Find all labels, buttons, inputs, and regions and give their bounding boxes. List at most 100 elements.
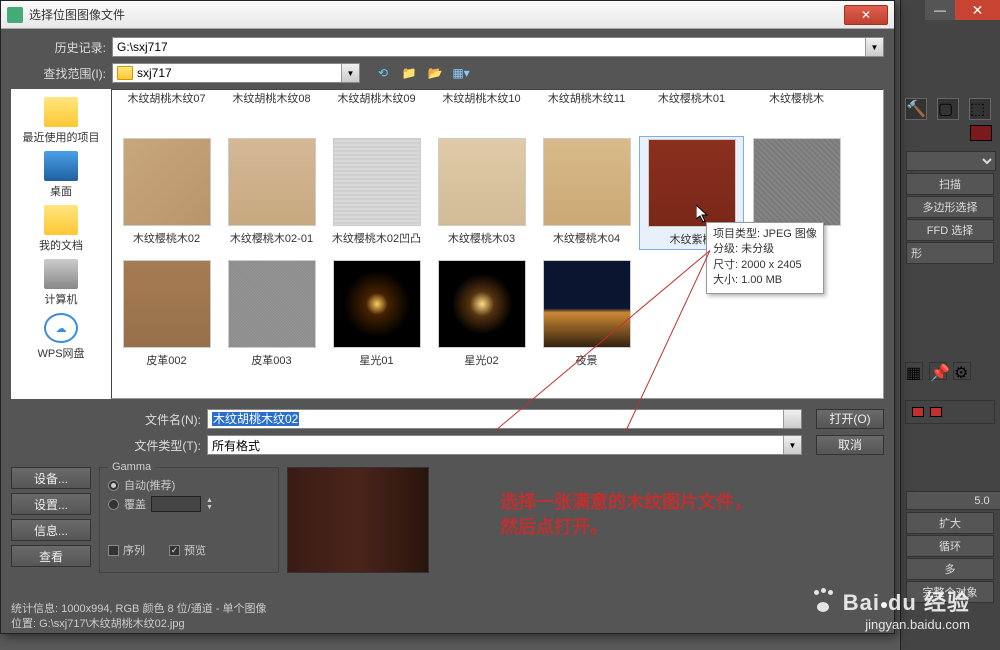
bg-more-button[interactable]: 多 <box>906 558 994 580</box>
file-item-truncated[interactable]: 木纹胡桃木纹09 <box>324 90 429 106</box>
file-thumbnail <box>543 260 631 348</box>
bg-expand-button[interactable]: 扩大 <box>906 512 994 534</box>
bg-polyselect-button[interactable]: 多边形选择 <box>906 196 994 218</box>
file-item-truncated[interactable]: 木纹胡桃木纹11 <box>534 90 639 106</box>
file-item[interactable]: 木纹樱桃木02凹凸 <box>324 136 429 250</box>
dialog-close-button[interactable]: ✕ <box>844 5 888 25</box>
places-bar: 最近使用的项目 桌面 我的文档 计算机 ☁ WPS网盘 <box>11 89 111 399</box>
file-item[interactable]: 星光01 <box>324 258 429 370</box>
bg-color-swatch[interactable] <box>970 125 992 141</box>
file-item-truncated[interactable]: 木纹樱桃木 <box>744 90 849 106</box>
display-icon[interactable]: ▢ <box>937 98 959 120</box>
file-item-truncated[interactable]: 木纹胡桃木纹10 <box>429 90 534 106</box>
file-item[interactable]: 皮革003 <box>219 258 324 370</box>
dialog-titlebar: 选择位图图像文件 ✕ <box>1 1 894 29</box>
file-item-truncated[interactable]: 木纹胡桃木纹07 <box>114 90 219 106</box>
file-label: 木纹樱桃木03 <box>448 230 515 246</box>
place-desktop[interactable]: 桌面 <box>44 151 78 199</box>
background-app-panel: — ✕ 🔨 ▢ ⬚ 扫描 多边形选择 FFD 选择 形 ▦ 📌 ⚙ ▴ 扩大 循… <box>900 0 1000 650</box>
bg-ffd-button[interactable]: FFD 选择 <box>906 219 994 241</box>
bg-stack-icon[interactable]: ▦ <box>905 362 923 380</box>
bg-pin-icon[interactable]: 📌 <box>929 362 947 380</box>
history-label: 历史记录: <box>11 39 106 56</box>
bg-minimize-button[interactable]: — <box>925 0 955 20</box>
folder-icon <box>117 66 133 80</box>
gamma-auto-radio[interactable] <box>108 480 119 491</box>
file-thumbnail <box>438 138 526 226</box>
view-button[interactable]: 查看 <box>11 545 91 567</box>
filetype-combo[interactable]: 所有格式▼ <box>207 435 802 455</box>
file-item[interactable]: 木纹樱桃木03 <box>429 136 534 250</box>
file-thumbnail <box>333 138 421 226</box>
info-button[interactable]: 信息... <box>11 519 91 541</box>
filename-input[interactable]: 木纹胡桃木纹02 ▼ <box>207 409 802 429</box>
file-label: 星光02 <box>464 352 498 368</box>
file-thumbnail <box>753 138 841 226</box>
hammer-icon[interactable]: 🔨 <box>905 98 927 120</box>
cloud-icon: ☁ <box>44 313 78 343</box>
gamma-groupbox: Gamma 自动(推荐) 覆盖 ▲▼ 序列 ✓预览 <box>99 467 279 573</box>
file-label: 皮革002 <box>146 352 186 368</box>
back-icon[interactable]: ⟲ <box>374 64 392 82</box>
place-recent[interactable]: 最近使用的项目 <box>23 97 100 145</box>
setup-button[interactable]: 设置... <box>11 493 91 515</box>
status-bar: 统计信息: 1000x994, RGB 颜色 8 位/通道 - 单个图像 位置:… <box>11 602 267 631</box>
history-combo[interactable]: G:\sxj717▼ <box>112 37 884 57</box>
preview-checkbox[interactable]: ✓ <box>169 545 180 556</box>
place-mydocs[interactable]: 我的文档 <box>39 205 83 253</box>
gamma-override-radio[interactable] <box>108 499 119 510</box>
bg-modifier-dropdown[interactable] <box>906 151 996 171</box>
file-thumbnail <box>648 139 736 227</box>
app-icon <box>7 7 23 23</box>
open-button[interactable]: 打开(O) <box>816 409 884 429</box>
viewmenu-icon[interactable]: ▦▾ <box>452 64 470 82</box>
bg-scan-button[interactable]: 扫描 <box>906 173 994 195</box>
file-thumbnail <box>228 260 316 348</box>
newfolder-icon[interactable]: 📂 <box>426 64 444 82</box>
preview-thumbnail <box>287 467 429 573</box>
file-list-area[interactable]: 木纹胡桃木纹07木纹胡桃木纹08木纹胡桃木纹09木纹胡桃木纹10木纹胡桃木纹11… <box>111 89 884 399</box>
file-item[interactable]: 星光02 <box>429 258 534 370</box>
paw-icon <box>812 590 834 612</box>
place-computer[interactable]: 计算机 <box>44 259 78 307</box>
file-item[interactable]: 皮革002 <box>114 258 219 370</box>
dialog-title: 选择位图图像文件 <box>29 6 844 23</box>
bg-config-icon[interactable]: ⚙ <box>953 362 971 380</box>
watermark: Baidu 经验 jingyan.baidu.com <box>812 585 970 632</box>
file-item[interactable]: 木纹樱桃木02 <box>114 136 219 250</box>
file-label: 星光01 <box>359 352 393 368</box>
bg-subobject-icons[interactable] <box>908 403 992 421</box>
filename-label: 文件名(N): <box>11 411 201 428</box>
bg-close-button[interactable]: ✕ <box>955 0 1000 20</box>
nav-toolbar: ⟲ 📁 📂 ▦▾ <box>374 64 470 82</box>
file-thumbnail <box>543 138 631 226</box>
place-wps[interactable]: ☁ WPS网盘 <box>37 313 84 361</box>
annotation-text: 选择一张满意的木纹图片文件， 然后点打开。 <box>500 490 752 540</box>
device-button[interactable]: 设备... <box>11 467 91 489</box>
file-thumbnail <box>123 260 211 348</box>
filetype-label: 文件类型(T): <box>11 437 201 454</box>
file-item-truncated[interactable]: 木纹胡桃木纹08 <box>219 90 324 106</box>
file-label: 木纹樱桃木02 <box>133 230 200 246</box>
file-item-truncated[interactable]: 木纹樱桃木01 <box>639 90 744 106</box>
gamma-spinner[interactable] <box>151 496 201 512</box>
bg-shape-section: 形 <box>906 242 994 264</box>
file-thumbnail <box>438 260 526 348</box>
bg-spinner[interactable] <box>906 491 1000 510</box>
file-item[interactable]: 木纹樱桃木04 <box>534 136 639 250</box>
file-item[interactable]: 木纹樱桃木02-01 <box>219 136 324 250</box>
cancel-button[interactable]: 取消 <box>816 435 884 455</box>
lookin-combo[interactable]: sxj717▼ <box>112 63 360 83</box>
up-icon[interactable]: 📁 <box>400 64 418 82</box>
desktop-icon <box>44 151 78 181</box>
recent-icon <box>44 97 78 127</box>
file-label: 皮革003 <box>251 352 291 368</box>
utility-icon[interactable]: ⬚ <box>969 98 991 120</box>
bg-loop-button[interactable]: 循环 <box>906 535 994 557</box>
bg-command-panel-tabs[interactable]: 🔨 ▢ ⬚ <box>905 98 995 120</box>
lookin-label: 查找范围(I): <box>11 65 106 82</box>
gamma-legend: Gamma <box>108 461 155 473</box>
sequence-checkbox[interactable] <box>108 545 119 556</box>
computer-icon <box>44 259 78 289</box>
mydocs-icon <box>44 205 78 235</box>
